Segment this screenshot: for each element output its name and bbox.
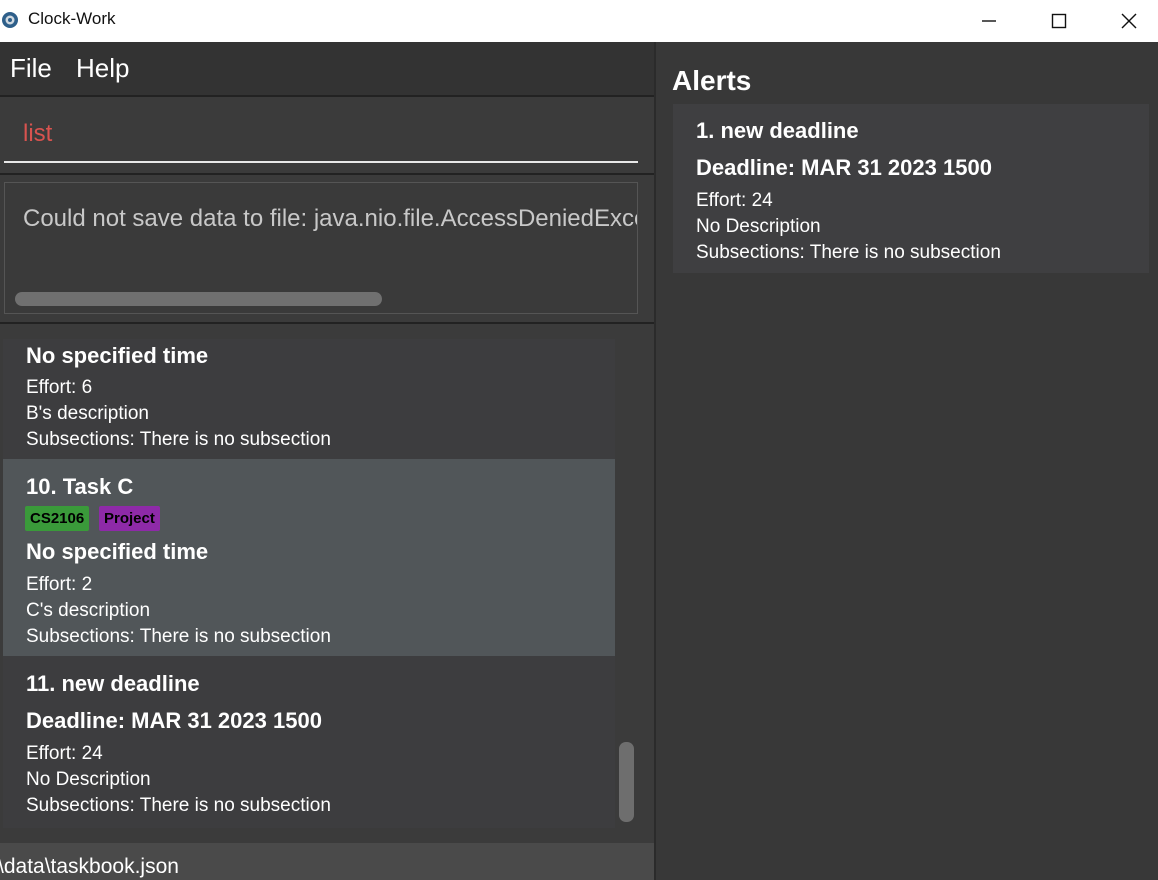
vertical-scrollbar[interactable] (619, 742, 634, 822)
maximize-button[interactable] (1036, 0, 1082, 42)
divider (0, 95, 654, 97)
tag-badge: Project (99, 506, 160, 531)
divider (0, 322, 654, 324)
task-title: 10. Task C (26, 474, 134, 499)
task-card[interactable]: 11. new deadline Deadline: MAR 31 2023 1… (3, 656, 615, 828)
horizontal-scrollbar[interactable] (15, 292, 382, 306)
window-title: Clock-Work (28, 9, 116, 28)
task-description: No Description (26, 769, 151, 790)
alerts-heading: Alerts (672, 65, 752, 96)
menu-help[interactable]: Help (76, 53, 129, 84)
minimize-icon (982, 20, 996, 22)
menu-file[interactable]: File (10, 53, 52, 84)
task-subsections: Subsections: There is no subsection (26, 795, 331, 816)
task-description: B's description (26, 403, 149, 424)
task-card-selected[interactable]: 10. Task C CS2106 Project No specified t… (3, 459, 615, 656)
task-subsections: Subsections: There is no subsection (26, 429, 331, 450)
alert-description: No Description (696, 216, 821, 237)
command-box (4, 98, 638, 164)
task-list[interactable]: No specified time Effort: 6 B's descript… (3, 339, 615, 828)
minimize-button[interactable] (966, 0, 1012, 42)
task-effort: Effort: 6 (26, 377, 93, 398)
tag-badge: CS2106 (25, 506, 90, 531)
alert-effort: Effort: 24 (696, 190, 773, 211)
command-underline (4, 161, 638, 163)
maximize-icon (1051, 13, 1067, 29)
alert-deadline: Deadline: MAR 31 2023 1500 (696, 155, 992, 180)
task-title: 11. new deadline (26, 671, 200, 696)
task-time: No specified time (26, 343, 209, 368)
task-card[interactable]: No specified time Effort: 6 B's descript… (3, 339, 615, 459)
task-time: No specified time (26, 539, 209, 564)
menu-bar: File Help (0, 42, 654, 95)
status-bar: \data\taskbook.json (0, 843, 654, 880)
task-subsections: Subsections: There is no subsection (26, 626, 331, 647)
close-icon (1121, 13, 1137, 29)
close-button[interactable] (1106, 0, 1152, 42)
task-description: C's description (26, 600, 151, 621)
result-message: Could not save data to file: java.nio.fi… (23, 205, 638, 232)
task-time: Deadline: MAR 31 2023 1500 (26, 708, 322, 733)
command-input[interactable] (23, 120, 623, 148)
alert-title: 1. new deadline (696, 118, 859, 143)
alert-subsections: Subsections: There is no subsection (696, 242, 1001, 263)
title-bar: Clock-Work (0, 0, 1158, 42)
result-display[interactable]: Could not save data to file: java.nio.fi… (4, 182, 638, 314)
save-file-path: \data\taskbook.json (0, 855, 179, 878)
alert-card[interactable]: 1. new deadline Deadline: MAR 31 2023 15… (673, 104, 1149, 273)
task-effort: Effort: 24 (26, 743, 103, 764)
task-effort: Effort: 2 (26, 574, 93, 595)
main-pane: File Help Could not save data to file: j… (0, 42, 654, 880)
gear-app-icon (2, 12, 18, 28)
alerts-pane: Alerts 1. new deadline Deadline: MAR 31 … (654, 42, 1158, 880)
divider (0, 173, 654, 175)
